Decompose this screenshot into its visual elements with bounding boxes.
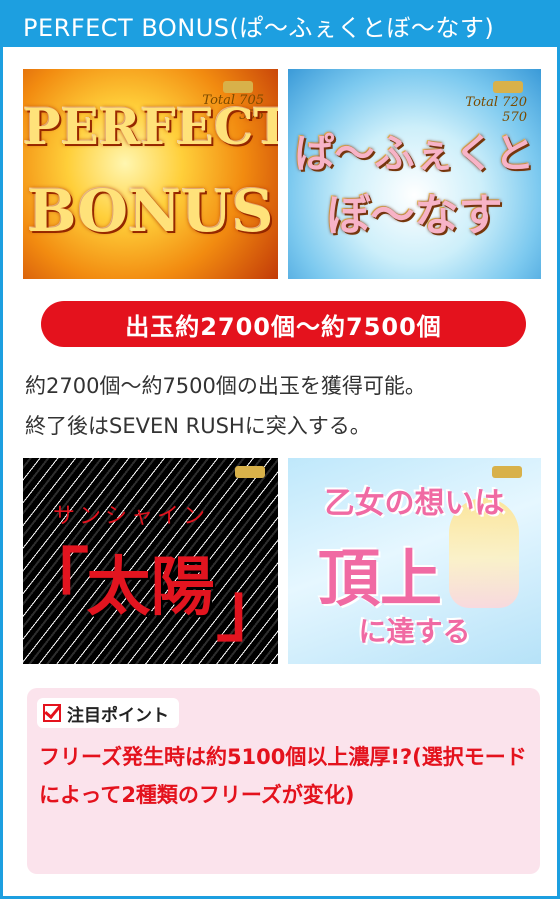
note-text: フリーズ発生時は約5100個以上濃厚!?(選択モードによって2種類のフリーズが変…	[39, 745, 527, 807]
image-title-line1: PERFECT	[23, 97, 278, 156]
header-bar: PERFECT BONUS(ぱ～ふぇくとぼ～なす)	[3, 3, 557, 47]
image-line1: 乙女の想いは	[324, 486, 505, 521]
image-title-line2: ぼ～なす	[326, 190, 503, 241]
otome-image: 乙女の想いは 頂上 に達する	[288, 458, 541, 664]
close-bracket: 」	[216, 550, 278, 655]
note-tag: 注目ポイント	[37, 698, 179, 728]
image-title-line1: ぱ～ふぇくと	[294, 130, 535, 177]
bonus-info-card: PERFECT BONUS(ぱ～ふぇくとぼ～なす) Total 705 555 …	[0, 0, 560, 899]
perfect-bonus-image: Total 705 555 PERFECT BONUS	[23, 69, 278, 279]
highlight-point-box: 注目ポイント フリーズ発生時は約5100個以上濃厚!?(選択モードによって2種類…	[27, 688, 540, 874]
description-line-1: 約2700個～約7500個の出玉を獲得可能。	[25, 374, 426, 398]
total-value: 720	[502, 95, 527, 110]
header-title: PERFECT BONUS(ぱ～ふぇくとぼ～なす)	[23, 13, 495, 42]
image-line2: 頂上	[318, 542, 443, 615]
logo-badge-icon	[235, 466, 265, 478]
logo-badge-icon	[223, 81, 253, 93]
payout-pill: 出玉約2700個～約7500個	[41, 301, 526, 347]
image-title-line2: BONUS	[27, 177, 274, 245]
logo-badge-icon	[492, 466, 522, 478]
note-tag-label: 注目ポイント	[67, 705, 169, 726]
perfect-bonus-hiragana-image: Total 720 570 ぱ～ふぇくと ぼ～なす	[288, 69, 541, 279]
description-line-2: 終了後はSEVEN RUSHに突入する。	[25, 414, 371, 438]
logo-badge-icon	[493, 81, 523, 93]
sunshine-taiyou-image: サンシャイン 「 太陽 」	[23, 458, 278, 664]
checkbox-check-icon	[43, 704, 61, 722]
image-line3: に達する	[358, 615, 471, 648]
total-label: Total	[465, 95, 499, 110]
